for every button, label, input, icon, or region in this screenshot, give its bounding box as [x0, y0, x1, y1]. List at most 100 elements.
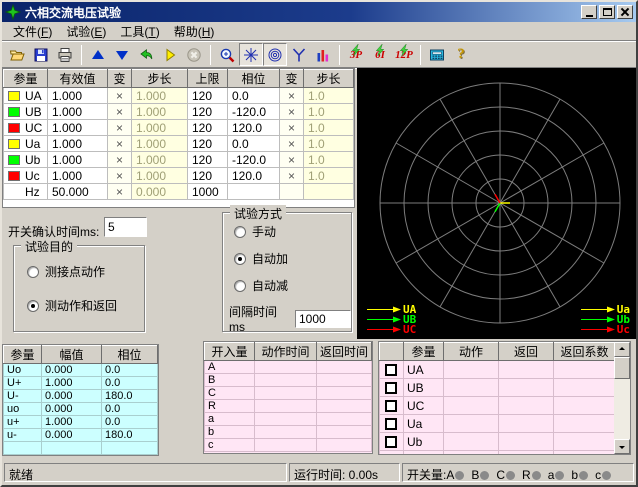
minimize-button[interactable] [581, 5, 597, 19]
cell-chg1[interactable]: × [108, 168, 132, 184]
cell-name[interactable]: UB [404, 379, 444, 397]
cell-rms[interactable]: 1.000 [48, 168, 108, 184]
cell-2[interactable]: 0.0 [102, 364, 158, 377]
cell-2[interactable] [317, 387, 372, 400]
cell-2[interactable]: 180.0 [102, 429, 158, 442]
cell-1[interactable] [255, 361, 317, 374]
cell-0[interactable]: u- [4, 429, 42, 442]
cell-chg2[interactable] [280, 184, 304, 200]
zoom-button[interactable] [215, 43, 239, 66]
cell-step2[interactable]: 1.0 [304, 152, 354, 168]
menu-item-file[interactable]: 文件(F) [6, 21, 59, 42]
cell-phase[interactable]: -120.0 [228, 152, 280, 168]
cell-chg1[interactable]: × [108, 120, 132, 136]
row-checkbox[interactable] [385, 454, 397, 455]
cell-step2[interactable]: 1.0 [304, 104, 354, 120]
scroll-up-button[interactable] [614, 342, 630, 357]
cell-phase[interactable]: 0.0 [228, 136, 280, 152]
menu-item-test[interactable]: 试验(E) [59, 21, 113, 42]
cell-param[interactable]: Ub [4, 152, 48, 168]
row-checkbox[interactable] [385, 382, 397, 394]
cell-2[interactable] [317, 439, 372, 452]
cell-step1[interactable]: 1.000 [132, 136, 188, 152]
cell-1[interactable]: 0.000 [42, 403, 102, 416]
save-file-button[interactable] [29, 43, 53, 66]
cell-param[interactable]: UC [4, 120, 48, 136]
menu-item-help[interactable]: 帮助(H) [167, 21, 222, 42]
cell-step2[interactable]: 1.0 [304, 120, 354, 136]
cell-act[interactable] [444, 397, 499, 415]
radio-button[interactable] [234, 280, 246, 292]
interval-input[interactable] [295, 310, 351, 328]
cell-1[interactable]: 0.000 [42, 429, 102, 442]
mode-3p-button[interactable]: 3P [344, 43, 368, 66]
cell-1[interactable]: 0.000 [42, 364, 102, 377]
cell-param[interactable]: UB [4, 104, 48, 120]
cell-rms[interactable]: 1.000 [48, 88, 108, 104]
cell-0[interactable]: B [205, 374, 255, 387]
cell-0[interactable]: R [205, 400, 255, 413]
cell-0[interactable]: U+ [4, 377, 42, 390]
cell-2[interactable] [317, 413, 372, 426]
cell-2[interactable]: 0.0 [102, 416, 158, 429]
cell-phase[interactable]: -120.0 [228, 104, 280, 120]
cell-step1[interactable]: 1.000 [132, 88, 188, 104]
cell-coef[interactable] [554, 433, 616, 451]
cell-limit[interactable]: 120 [188, 152, 228, 168]
cell-1[interactable] [255, 400, 317, 413]
circle-view-button[interactable] [263, 43, 287, 66]
cell-ret[interactable] [499, 415, 554, 433]
row-checkbox[interactable] [385, 418, 397, 430]
row-checkbox[interactable] [385, 400, 397, 412]
row-checkbox[interactable] [385, 364, 397, 376]
cell-chg2[interactable]: × [280, 88, 304, 104]
cell-2[interactable] [317, 400, 372, 413]
cell-name[interactable]: UC [404, 397, 444, 415]
cell-limit[interactable]: 120 [188, 168, 228, 184]
radio-option[interactable]: 自动加 [234, 250, 351, 267]
maximize-button[interactable] [599, 5, 615, 19]
cell-step2[interactable]: 1.0 [304, 136, 354, 152]
cell-step2[interactable]: 1.0 [304, 168, 354, 184]
cell-act[interactable] [444, 451, 499, 456]
radio-option[interactable]: 测动作和返回 [27, 297, 144, 314]
cell-1[interactable] [255, 426, 317, 439]
cell-act[interactable] [444, 433, 499, 451]
cell-0[interactable] [4, 442, 42, 455]
cell-0[interactable]: Uo [4, 364, 42, 377]
scroll-thumb[interactable] [614, 357, 630, 379]
print-button[interactable] [53, 43, 77, 66]
mode-12p-button[interactable]: 12P [392, 43, 416, 66]
cell-rms[interactable]: 1.000 [48, 120, 108, 136]
cell-ret[interactable] [499, 379, 554, 397]
cell-0[interactable]: U- [4, 390, 42, 403]
cell-chg1[interactable]: × [108, 136, 132, 152]
ray-view-button[interactable] [239, 43, 263, 66]
cell-2[interactable] [317, 426, 372, 439]
radio-option[interactable]: 手动 [234, 223, 351, 240]
step-down-button[interactable] [110, 43, 134, 66]
cell-2[interactable] [102, 442, 158, 455]
cell-ret[interactable] [499, 433, 554, 451]
cell-0[interactable]: b [205, 426, 255, 439]
step-up-button[interactable] [86, 43, 110, 66]
cell-0[interactable]: c [205, 439, 255, 452]
cell-chg2[interactable]: × [280, 120, 304, 136]
cell-chg1[interactable]: × [108, 152, 132, 168]
cell-name[interactable]: Uc [404, 451, 444, 456]
cell-step2[interactable]: 1.0 [304, 88, 354, 104]
cell-chg1[interactable]: × [108, 88, 132, 104]
scrollbar[interactable] [614, 342, 630, 454]
cell-0[interactable]: uo [4, 403, 42, 416]
cell-limit[interactable]: 1000 [188, 184, 228, 200]
cell-rms[interactable]: 50.000 [48, 184, 108, 200]
cell-0[interactable]: a [205, 413, 255, 426]
cell-checkbox[interactable] [380, 397, 404, 415]
cell-checkbox[interactable] [380, 451, 404, 456]
cell-1[interactable]: 1.000 [42, 377, 102, 390]
cell-rms[interactable]: 1.000 [48, 136, 108, 152]
cell-act[interactable] [444, 379, 499, 397]
radio-button[interactable] [27, 266, 39, 278]
cell-ret[interactable] [499, 397, 554, 415]
cell-name[interactable]: UA [404, 361, 444, 379]
